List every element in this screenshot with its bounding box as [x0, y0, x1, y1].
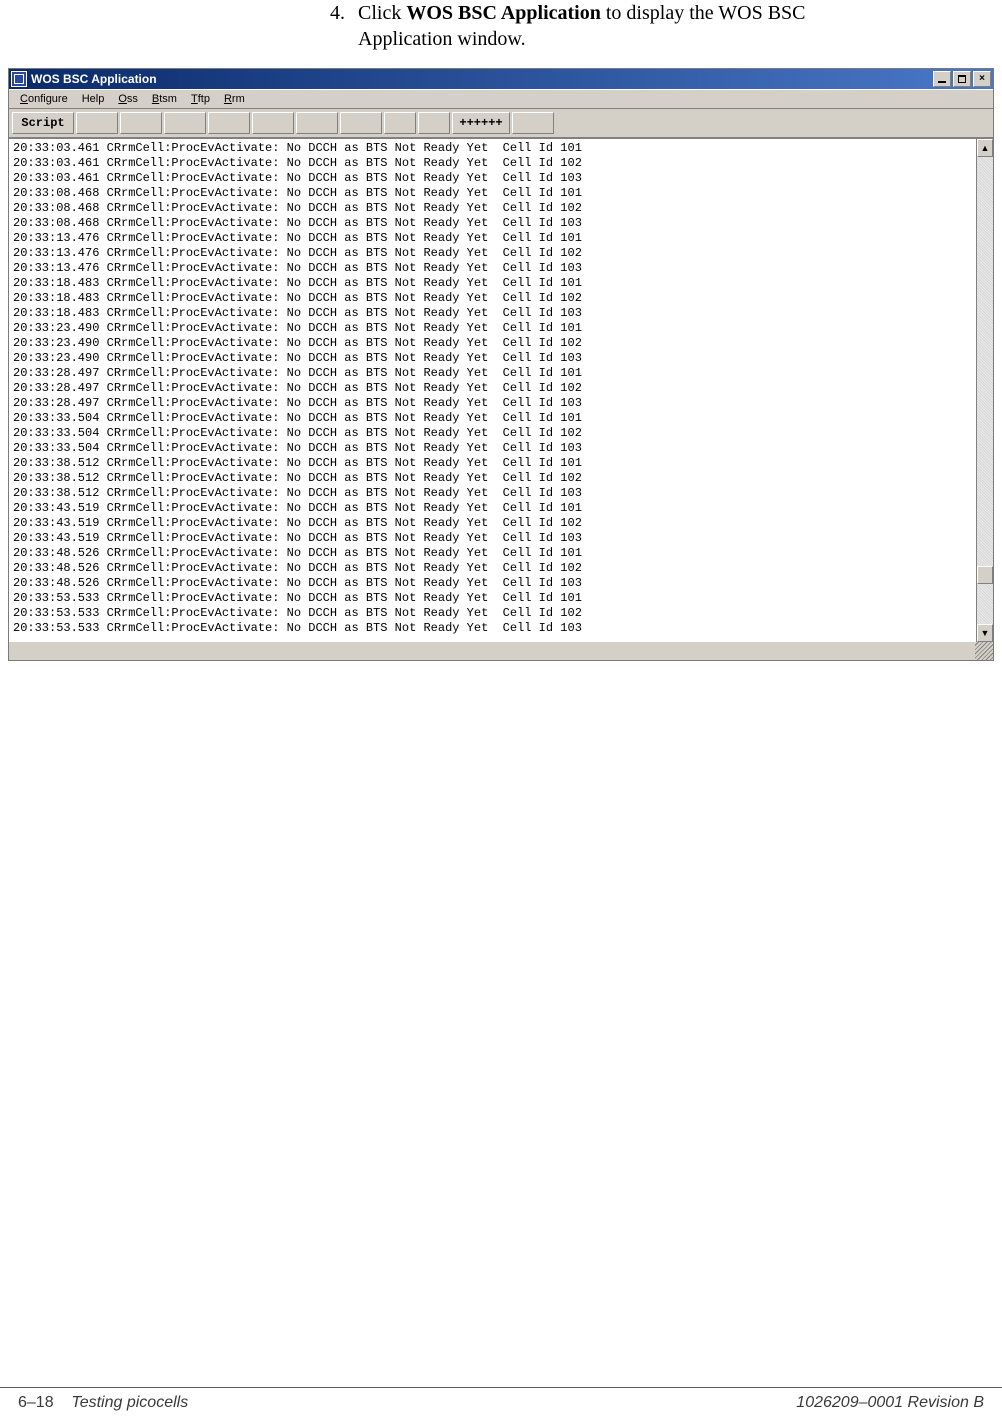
vertical-scrollbar[interactable]: ▲ ▼ — [976, 139, 993, 642]
scroll-down-button[interactable]: ▼ — [977, 624, 993, 642]
log-row: 20:33:03.461 CRrmCell:ProcEvActivate: No… — [13, 156, 975, 171]
toolbar-slot-7[interactable] — [340, 112, 382, 134]
log-row: 20:33:38.512 CRrmCell:ProcEvActivate: No… — [13, 456, 975, 471]
toolbar-slot-5[interactable] — [252, 112, 294, 134]
toolbar-slot-2[interactable] — [120, 112, 162, 134]
wos-bsc-application-window: WOS BSC Application × Configure Help Oss… — [8, 68, 994, 661]
toolbar-slot-3[interactable] — [164, 112, 206, 134]
log-row: 20:33:13.476 CRrmCell:ProcEvActivate: No… — [13, 246, 975, 261]
page-footer: 6–18 Testing picocells 1026209–0001 Revi… — [0, 1394, 1002, 1412]
log-row: 20:33:33.504 CRrmCell:ProcEvActivate: No… — [13, 426, 975, 441]
statusbar — [9, 641, 993, 660]
toolbar-slot-8[interactable] — [384, 112, 416, 134]
scroll-up-button[interactable]: ▲ — [977, 139, 993, 157]
menu-help[interactable]: Help — [75, 92, 112, 106]
scroll-thumb[interactable] — [977, 566, 993, 584]
log-row: 20:33:03.461 CRrmCell:ProcEvActivate: No… — [13, 141, 975, 156]
instruction-number: 4. — [330, 0, 358, 52]
log-row: 20:33:23.490 CRrmCell:ProcEvActivate: No… — [13, 336, 975, 351]
log-row: 20:33:18.483 CRrmCell:ProcEvActivate: No… — [13, 306, 975, 321]
toolbar-slot-6[interactable] — [296, 112, 338, 134]
titlebar[interactable]: WOS BSC Application × — [9, 69, 993, 89]
log-row: 20:33:48.526 CRrmCell:ProcEvActivate: No… — [13, 546, 975, 561]
log-row: 20:33:33.504 CRrmCell:ProcEvActivate: No… — [13, 441, 975, 456]
scroll-track[interactable] — [977, 157, 993, 624]
instruction-body: Click WOS BSC Application to display the… — [358, 0, 890, 52]
footer-left: 6–18 Testing picocells — [18, 1394, 188, 1412]
log-row: 20:33:28.497 CRrmCell:ProcEvActivate: No… — [13, 381, 975, 396]
resize-grip-icon[interactable] — [975, 642, 993, 660]
menu-tftp[interactable]: Tftp — [184, 92, 217, 106]
log-row: 20:33:18.483 CRrmCell:ProcEvActivate: No… — [13, 291, 975, 306]
menubar: Configure Help Oss Btsm Tftp Rrm — [9, 89, 993, 109]
toolbar-slot-4[interactable] — [208, 112, 250, 134]
log-output: 20:33:03.461 CRrmCell:ProcEvActivate: No… — [9, 139, 977, 641]
menu-oss[interactable]: Oss — [111, 92, 145, 106]
log-row: 20:33:53.533 CRrmCell:ProcEvActivate: No… — [13, 621, 975, 636]
plus-button[interactable]: ++++++ — [452, 112, 510, 134]
content-area: 20:33:03.461 CRrmCell:ProcEvActivate: No… — [9, 138, 993, 660]
log-row: 20:33:23.490 CRrmCell:ProcEvActivate: No… — [13, 351, 975, 366]
log-row: 20:33:38.512 CRrmCell:ProcEvActivate: No… — [13, 471, 975, 486]
log-row: 20:33:28.497 CRrmCell:ProcEvActivate: No… — [13, 396, 975, 411]
close-button[interactable]: × — [973, 71, 991, 87]
log-row: 20:33:08.468 CRrmCell:ProcEvActivate: No… — [13, 201, 975, 216]
window-title: WOS BSC Application — [31, 72, 933, 86]
toolbar: Script ++++++ — [9, 109, 993, 138]
log-row: 20:33:13.476 CRrmCell:ProcEvActivate: No… — [13, 261, 975, 276]
menu-configure[interactable]: Configure — [13, 92, 75, 106]
log-row: 20:33:43.519 CRrmCell:ProcEvActivate: No… — [13, 501, 975, 516]
app-icon — [11, 71, 27, 87]
footer-right: 1026209–0001 Revision B — [796, 1394, 984, 1412]
log-row: 20:33:48.526 CRrmCell:ProcEvActivate: No… — [13, 576, 975, 591]
menu-rrm[interactable]: Rrm — [217, 92, 252, 106]
log-row: 20:33:28.497 CRrmCell:ProcEvActivate: No… — [13, 366, 975, 381]
menu-btsm[interactable]: Btsm — [145, 92, 184, 106]
instruction-step: 4. Click WOS BSC Application to display … — [330, 0, 890, 52]
log-row: 20:33:23.490 CRrmCell:ProcEvActivate: No… — [13, 321, 975, 336]
window-controls: × — [933, 71, 991, 87]
log-row: 20:33:53.533 CRrmCell:ProcEvActivate: No… — [13, 591, 975, 606]
log-row: 20:33:33.504 CRrmCell:ProcEvActivate: No… — [13, 411, 975, 426]
log-row: 20:33:08.468 CRrmCell:ProcEvActivate: No… — [13, 186, 975, 201]
log-row: 20:33:38.512 CRrmCell:ProcEvActivate: No… — [13, 486, 975, 501]
log-row: 20:33:53.533 CRrmCell:ProcEvActivate: No… — [13, 606, 975, 621]
log-row: 20:33:13.476 CRrmCell:ProcEvActivate: No… — [13, 231, 975, 246]
minimize-button[interactable] — [933, 71, 951, 87]
toolbar-slot-9[interactable] — [418, 112, 450, 134]
toolbar-slot-1[interactable] — [76, 112, 118, 134]
log-row: 20:33:43.519 CRrmCell:ProcEvActivate: No… — [13, 516, 975, 531]
script-button[interactable]: Script — [12, 112, 74, 134]
log-row: 20:33:48.526 CRrmCell:ProcEvActivate: No… — [13, 561, 975, 576]
maximize-button[interactable] — [953, 71, 971, 87]
log-row: 20:33:43.519 CRrmCell:ProcEvActivate: No… — [13, 531, 975, 546]
toolbar-slot-10[interactable] — [512, 112, 554, 134]
footer-rule — [0, 1387, 1002, 1388]
log-row: 20:33:03.461 CRrmCell:ProcEvActivate: No… — [13, 171, 975, 186]
log-row: 20:33:08.468 CRrmCell:ProcEvActivate: No… — [13, 216, 975, 231]
log-row: 20:33:18.483 CRrmCell:ProcEvActivate: No… — [13, 276, 975, 291]
